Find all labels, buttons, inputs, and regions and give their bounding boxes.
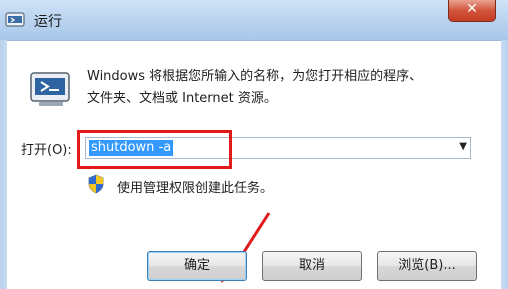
ok-button[interactable]: 确定 [147,251,247,281]
dialog-description: Windows 将根据您所输入的名称，为您打开相应的程序、 文件夹、文档或 In… [87,66,422,110]
description-line-1: Windows 将根据您所输入的名称，为您打开相应的程序、 [87,69,423,84]
window-title: 运行 [34,14,62,30]
red-highlight-box [77,130,232,169]
title-bar[interactable]: 运行 ✕ [0,0,508,41]
close-button[interactable]: ✕ [448,0,496,22]
chevron-down-icon[interactable]: ▼ [459,141,467,152]
run-icon [30,72,70,106]
browse-button[interactable]: 浏览(B)... [377,251,477,281]
uac-shield-icon [88,174,104,194]
dialog-body: Windows 将根据您所输入的名称，为您打开相应的程序、 文件夹、文档或 In… [7,41,501,289]
admin-note: 使用管理权限创建此任务。 [117,181,274,196]
run-icon [5,12,25,27]
close-icon: ✕ [466,1,478,17]
run-dialog: 运行 ✕ Windows 将根据您所输入的名称，为您打开相应的程序、 文件夹、文… [0,0,508,289]
cancel-button[interactable]: 取消 [262,251,362,281]
open-label: 打开(O): [21,143,72,158]
window-border-right [501,40,508,289]
description-line-2: 文件夹、文档或 Internet 资源。 [87,91,277,106]
window-border-left [0,40,7,289]
